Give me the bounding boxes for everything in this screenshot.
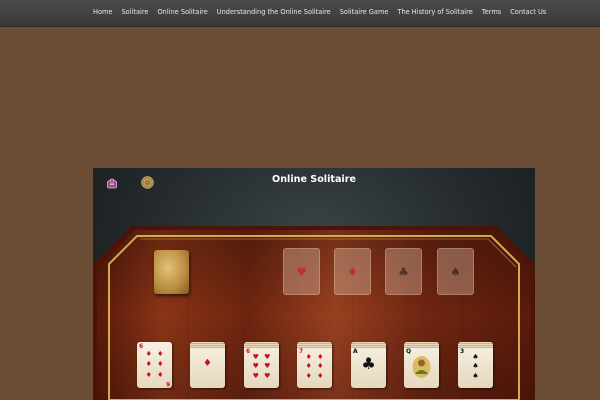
tableau-card[interactable]: 6 ♥ ♥ ♥ ♥ ♥ ♥ [244, 342, 279, 388]
nav-menu: Home Solitaire Online Solitaire Understa… [93, 0, 546, 24]
solitaire-game-frame: Online Solitaire ♥ ♦ ♣ ♠ 6 6 ♦ ♦ ♦ ♦ ♦ ♦… [93, 168, 535, 400]
foundation-hearts[interactable]: ♥ [283, 248, 320, 295]
nav-item-solitaire[interactable]: Solitaire [121, 0, 148, 24]
nav-item-history[interactable]: The History of Solitaire [397, 0, 472, 24]
club-icon: ♣ [361, 354, 376, 373]
card-stack-edge [190, 342, 225, 348]
queen-face-icon [412, 356, 431, 378]
tableau-card[interactable]: ♦ [190, 342, 225, 388]
tableau-card[interactable]: A ♣ [351, 342, 386, 388]
foundation-spades[interactable]: ♠ [437, 248, 474, 295]
suit-icon: ♦ [203, 358, 212, 369]
tableau-card[interactable]: 6 6 ♦ ♦ ♦ ♦ ♦ ♦ [137, 342, 172, 388]
heart-icon: ♥ [296, 264, 307, 279]
foundation-diamonds[interactable]: ♦ [334, 248, 371, 295]
shop-basket-icon[interactable] [106, 177, 118, 189]
nav-item-contact-us[interactable]: Contact Us [510, 0, 546, 24]
tableau-card[interactable]: 7 ♦ ♦ ♦ ♦ ♦ ♦ [297, 342, 332, 388]
foundation-clubs[interactable]: ♣ [385, 248, 422, 295]
diamond-icon: ♦ [347, 264, 358, 279]
club-icon: ♣ [398, 264, 409, 279]
top-navigation: Home Solitaire Online Solitaire Understa… [0, 0, 600, 27]
coin-icon[interactable] [141, 176, 154, 189]
diamond-icon: ♦ ♦ ♦ ♦ ♦ ♦ [145, 349, 164, 380]
nav-item-online-solitaire[interactable]: Online Solitaire [157, 0, 207, 24]
nav-item-solitaire-game[interactable]: Solitaire Game [340, 0, 389, 24]
spade-icon: ♠ ♠ ♠ [472, 353, 479, 380]
diamond-icon: ♦ ♦ ♦ ♦ ♦ ♦ [305, 353, 324, 380]
card-rank: 6 [165, 380, 170, 387]
nav-item-terms[interactable]: Terms [482, 0, 501, 24]
nav-item-home[interactable]: Home [93, 0, 112, 24]
nav-item-understanding[interactable]: Understanding the Online Solitaire [217, 0, 331, 24]
tableau-card[interactable]: Q [404, 342, 439, 388]
stock-pile[interactable] [154, 250, 189, 294]
spade-icon: ♠ [450, 264, 461, 279]
heart-icon: ♥ ♥ ♥ ♥ ♥ ♥ [252, 353, 271, 380]
tableau-card[interactable]: 3 ♠ ♠ ♠ [458, 342, 493, 388]
game-title: Online Solitaire [272, 174, 356, 185]
